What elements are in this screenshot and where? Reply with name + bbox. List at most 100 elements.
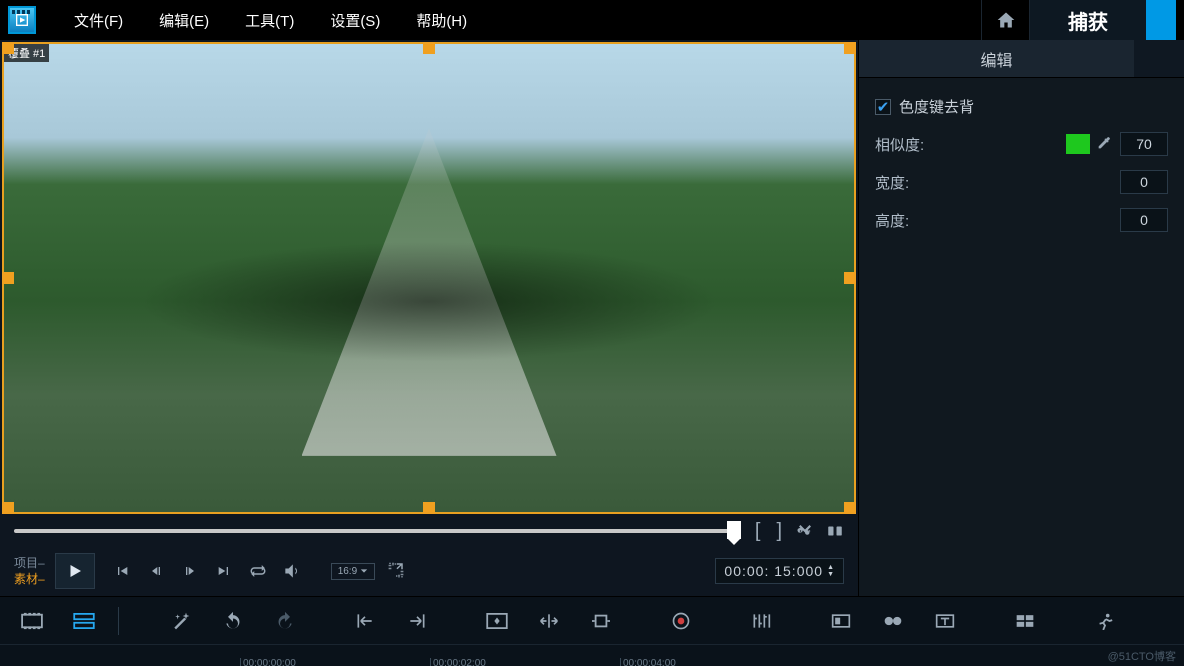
timeline-toolbar <box>0 596 1184 644</box>
volume-button[interactable] <box>280 559 304 583</box>
scrub-playhead[interactable] <box>727 521 741 539</box>
resize-handle-br[interactable] <box>844 502 856 514</box>
app-logo <box>8 6 36 34</box>
undo-button[interactable] <box>211 603 255 639</box>
subtitle-button[interactable] <box>871 603 915 639</box>
record-button[interactable] <box>659 603 703 639</box>
cut-button[interactable] <box>796 522 814 540</box>
mark-in-button[interactable]: [ <box>753 520 763 543</box>
timecode-display[interactable]: 00:00: 15:000 ▲▼ <box>715 558 844 584</box>
eyedropper-icon <box>1096 135 1112 151</box>
volume-icon <box>282 561 302 581</box>
resize-handle-tm[interactable] <box>423 42 435 54</box>
menu-tools[interactable]: 工具(T) <box>227 10 312 31</box>
mixer-icon <box>751 612 771 630</box>
playback-controls: 项目– 素材– 16:9 00:00: 15:000 ▲▼ <box>0 546 858 596</box>
resize-handle-mr[interactable] <box>844 272 856 284</box>
capture-tab[interactable]: 捕获 <box>1029 0 1146 40</box>
zoom-out-button[interactable] <box>579 603 623 639</box>
width-label: 宽度: <box>875 172 909 193</box>
mode-clip-label: 素材– <box>14 571 45 587</box>
split-clip-icon <box>826 522 844 540</box>
fx-button[interactable] <box>159 603 203 639</box>
height-input[interactable] <box>1120 208 1168 232</box>
next-frame-button[interactable] <box>178 559 202 583</box>
skip-end-icon <box>216 563 232 579</box>
redo-button[interactable] <box>263 603 307 639</box>
play-button[interactable] <box>55 553 95 589</box>
timeline-view-button[interactable] <box>62 603 106 639</box>
resize-handle-ml[interactable] <box>2 272 14 284</box>
prev-frame-button[interactable] <box>144 559 168 583</box>
go-start-button[interactable] <box>110 559 134 583</box>
step-back-icon <box>148 563 164 579</box>
timeline-icon <box>73 613 95 629</box>
chroma-color-swatch[interactable] <box>1066 134 1090 154</box>
zoom-in-button[interactable] <box>527 603 571 639</box>
active-tab-indicator[interactable] <box>1146 0 1176 40</box>
snap-end-button[interactable] <box>395 603 439 639</box>
resize-handle-tr[interactable] <box>844 42 856 54</box>
menu-bar: 文件(F) 编辑(E) 工具(T) 设置(S) 帮助(H) 捕获 <box>0 0 1184 40</box>
title-icon <box>935 613 955 629</box>
resize-handle-tl[interactable] <box>2 42 14 54</box>
title-button[interactable] <box>923 603 967 639</box>
split-button[interactable] <box>826 522 844 540</box>
width-input[interactable] <box>1120 170 1168 194</box>
aspect-ratio-selector[interactable]: 16:9 <box>331 563 375 580</box>
storyboard-view-button[interactable] <box>10 603 54 639</box>
properties-panel: 编辑 ✔ 色度键去背 相似度: 宽度: <box>858 40 1184 596</box>
eyedropper-button[interactable] <box>1096 135 1114 153</box>
video-preview[interactable]: 覆叠 #1 <box>2 42 856 514</box>
snap-start-icon <box>355 612 375 630</box>
audio-mixer-button[interactable] <box>739 603 783 639</box>
chroma-key-checkbox[interactable]: ✔ <box>875 99 891 115</box>
similarity-label: 相似度: <box>875 134 924 155</box>
menu-edit[interactable]: 编辑(E) <box>141 10 227 31</box>
motion-button[interactable] <box>1083 603 1127 639</box>
step-fwd-icon <box>182 563 198 579</box>
chapter-button[interactable] <box>819 603 863 639</box>
go-end-button[interactable] <box>212 559 236 583</box>
resize-handle-bl[interactable] <box>2 502 14 514</box>
mode-project-label: 项目– <box>14 555 45 571</box>
loop-button[interactable] <box>246 559 270 583</box>
chroma-key-label: 色度键去背 <box>899 96 974 117</box>
scrub-track[interactable] <box>14 529 741 533</box>
track-manager-button[interactable] <box>1003 603 1047 639</box>
mark-out-button[interactable]: ] <box>774 520 784 543</box>
preview-pane: 覆叠 #1 [ ] <box>0 40 858 596</box>
loop-icon <box>249 562 267 580</box>
similarity-input[interactable] <box>1120 132 1168 156</box>
zoom-fit-button[interactable] <box>475 603 519 639</box>
ruler-tick: 00:00:00:00 <box>240 658 296 666</box>
resize-handle-bm[interactable] <box>423 502 435 514</box>
scrub-bar: [ ] <box>0 516 858 546</box>
panel-tab-other[interactable] <box>1134 40 1184 77</box>
home-button[interactable] <box>981 0 1029 40</box>
timeline-ruler[interactable]: 00:00:00:00 00:00:02:00 00:00:04:00 @51C… <box>0 644 1184 666</box>
grid-icon <box>1015 613 1035 629</box>
playback-mode-toggle[interactable]: 项目– 素材– <box>14 555 45 587</box>
aspect-label: 16:9 <box>338 566 357 577</box>
menu-file[interactable]: 文件(F) <box>56 10 141 31</box>
running-icon <box>1094 612 1116 630</box>
skip-start-icon <box>114 563 130 579</box>
resize-tool-button[interactable] <box>387 561 405 582</box>
record-icon <box>671 611 691 631</box>
snap-end-icon <box>407 612 427 630</box>
chapter-icon <box>831 613 851 629</box>
scissors-icon <box>796 522 814 540</box>
ruler-tick: 00:00:02:00 <box>430 658 486 666</box>
snap-start-button[interactable] <box>343 603 387 639</box>
timecode-stepper[interactable]: ▲▼ <box>827 564 835 578</box>
redo-icon <box>275 611 295 631</box>
panel-tab-edit[interactable]: 编辑 <box>859 40 1134 77</box>
chevron-down-icon <box>360 567 368 575</box>
height-label: 高度: <box>875 210 909 231</box>
menu-settings[interactable]: 设置(S) <box>312 10 398 31</box>
home-icon <box>996 10 1016 30</box>
zoom-in-icon <box>539 612 559 630</box>
magic-wand-icon <box>171 611 191 631</box>
menu-help[interactable]: 帮助(H) <box>398 10 485 31</box>
